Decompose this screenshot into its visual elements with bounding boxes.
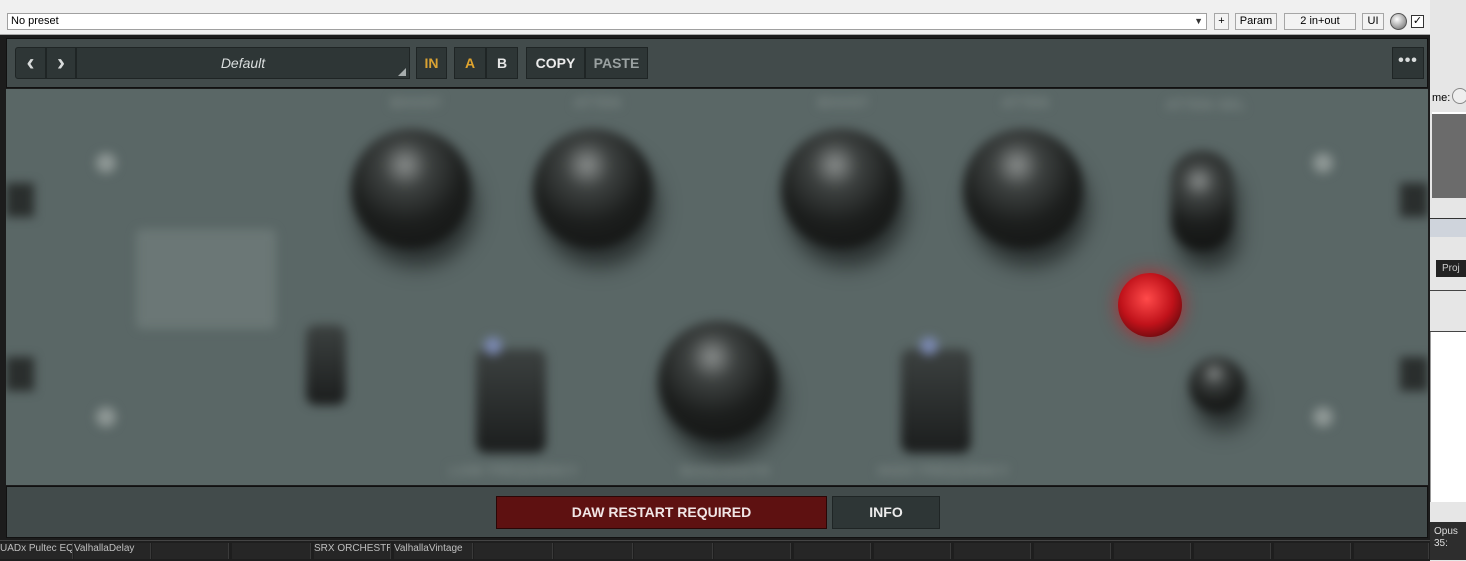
preset-name: Default — [220, 55, 266, 71]
rack-ear-right-top — [1400, 183, 1428, 217]
rack-ear-left-bottom — [6, 357, 34, 391]
host-param-button[interactable]: Param — [1235, 13, 1277, 30]
power-toggle[interactable] — [306, 325, 346, 405]
host-right-tab[interactable]: Proj — [1436, 260, 1466, 277]
preset-prev-button[interactable]: ‹ — [15, 47, 46, 79]
plugin-toolbar: ‹ › Default IN A B COPY PASTE ••• — [6, 38, 1428, 88]
task-item[interactable] — [232, 543, 311, 559]
in-bypass-button[interactable]: IN — [416, 47, 447, 79]
high-atten-knob[interactable] — [963, 129, 1083, 249]
host-add-button[interactable]: + — [1214, 13, 1229, 30]
host-ui-button[interactable]: UI — [1362, 13, 1384, 30]
high-frequency-selector[interactable] — [901, 349, 971, 453]
atten-low-label: ATTEN — [574, 95, 622, 110]
eq-faceplate: BOOST ATTEN BOOST ATTEN ATTEN SEL LOW FR… — [6, 89, 1428, 485]
rack-ear-right-bottom — [1400, 357, 1428, 391]
preset-next-button[interactable]: › — [46, 47, 76, 79]
task-item[interactable] — [714, 543, 791, 559]
screw-icon — [96, 407, 116, 427]
atten-high-label: ATTEN — [1002, 95, 1050, 110]
daw-restart-button[interactable]: DAW RESTART REQUIRED — [496, 496, 827, 529]
atten-sel-knob[interactable] — [1171, 151, 1233, 251]
high-freq-indicator — [920, 337, 938, 355]
plugin-window: ‹ › Default IN A B COPY PASTE ••• BOOST … — [0, 35, 1430, 540]
task-item[interactable] — [1034, 543, 1111, 559]
host-bypass-checkbox[interactable]: ✓ — [1411, 15, 1424, 28]
host-wet-knob-icon[interactable] — [1390, 13, 1407, 30]
task-item[interactable] — [474, 543, 553, 559]
copy-button[interactable]: COPY — [526, 47, 585, 79]
task-item[interactable] — [634, 543, 713, 559]
bandwidth-label: BANDWIDTH — [681, 463, 771, 478]
host-preset-dropdown[interactable]: No preset ▼ — [7, 13, 1207, 30]
task-item[interactable] — [954, 543, 1031, 559]
output-knob[interactable] — [1189, 357, 1245, 413]
low-boost-knob[interactable] — [351, 129, 471, 249]
task-item[interactable]: ValhallaVintage — [394, 543, 473, 559]
low-frequency-label: LOW FREQUENCY — [450, 463, 579, 478]
screw-icon — [1313, 407, 1333, 427]
host-right-radio[interactable] — [1452, 88, 1466, 104]
task-item[interactable]: UADx Pultec EQP — [0, 543, 73, 559]
boost-low-label: BOOST — [391, 95, 443, 110]
chevron-right-icon: › — [57, 49, 65, 76]
host-toolbar: No preset ▼ + Param 2 in+out UI ✓ — [0, 10, 1430, 35]
faceplate-blurred-art: BOOST ATTEN BOOST ATTEN ATTEN SEL LOW FR… — [6, 89, 1428, 485]
plugin-status-bar: DAW RESTART REQUIRED INFO — [6, 486, 1428, 538]
paste-button[interactable]: PASTE — [585, 47, 648, 79]
task-item[interactable] — [152, 543, 229, 559]
high-frequency-label: HIGH FREQUENCY — [878, 463, 1010, 478]
host-right-footer-line1: Opus — [1434, 526, 1458, 537]
dropdown-corner-icon — [398, 68, 406, 76]
bandwidth-knob[interactable] — [658, 321, 778, 441]
host-right-dark-panel — [1432, 112, 1466, 198]
low-freq-indicator — [484, 337, 502, 355]
host-right-label: me: — [1432, 92, 1451, 104]
host-preset-value: No preset — [11, 15, 59, 27]
host-right-footer-line2: 35: — [1434, 538, 1448, 549]
chevron-down-icon[interactable]: ▼ — [1194, 14, 1203, 29]
chevron-left-icon: ‹ — [26, 49, 35, 76]
task-item[interactable] — [1114, 543, 1191, 559]
more-options-button[interactable]: ••• — [1392, 47, 1424, 79]
high-boost-knob[interactable] — [781, 129, 901, 249]
task-item[interactable] — [554, 543, 633, 559]
rack-ear-left-top — [6, 183, 34, 217]
task-item[interactable] — [1194, 543, 1271, 559]
task-item[interactable] — [794, 543, 871, 559]
task-item[interactable] — [1274, 543, 1351, 559]
info-button[interactable]: INFO — [832, 496, 940, 529]
power-led-icon — [1118, 273, 1182, 337]
compare-b-button[interactable]: B — [486, 47, 518, 79]
host-right-footer: Opus 35: — [1430, 522, 1466, 560]
screw-icon — [96, 153, 116, 173]
task-item[interactable]: ValhallaDelay — [74, 543, 151, 559]
screw-icon — [1313, 153, 1333, 173]
host-right-white-panel — [1430, 332, 1466, 502]
boost-high-label: BOOST — [818, 95, 870, 110]
task-item[interactable]: SRX ORCHESTRA — [314, 543, 391, 559]
fx-chain-taskbar: UADx Pultec EQP ValhallaDelay SRX ORCHES… — [0, 540, 1430, 561]
atten-sel-label: ATTEN SEL — [1166, 97, 1247, 112]
host-right-band — [1430, 218, 1466, 237]
host-right-divider — [1430, 290, 1466, 332]
low-atten-knob[interactable] — [533, 129, 653, 249]
brand-logo — [136, 229, 276, 329]
low-frequency-selector[interactable] — [476, 349, 546, 453]
task-item[interactable] — [874, 543, 951, 559]
preset-browser-field[interactable]: Default — [76, 47, 410, 79]
compare-a-button[interactable]: A — [454, 47, 486, 79]
host-io-button[interactable]: 2 in+out — [1284, 13, 1356, 30]
task-item[interactable] — [1354, 543, 1429, 559]
host-right-panel: me: Proj Opus 35: — [1430, 0, 1466, 560]
